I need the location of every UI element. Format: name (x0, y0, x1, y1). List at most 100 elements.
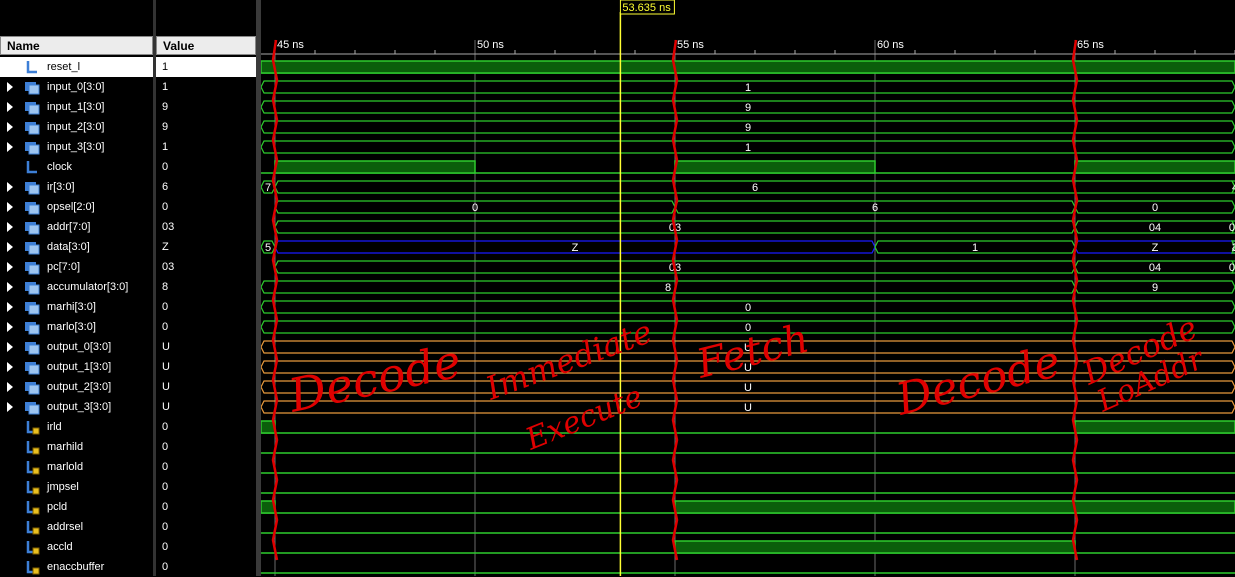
signal-value-row[interactable]: Z (156, 237, 256, 257)
signal-value: 0 (162, 321, 169, 333)
signal-row[interactable]: output_1[3:0] (0, 357, 153, 377)
signal-value: 0 (162, 421, 169, 433)
expand-arrow-icon[interactable] (7, 222, 13, 232)
signal-row[interactable]: output_3[3:0] (0, 397, 153, 417)
signal-name: irld (47, 421, 62, 433)
time-tick-label: 60 ns (877, 39, 904, 51)
signal-value-row[interactable]: U (156, 357, 256, 377)
waveform-canvas[interactable]: 45 ns50 ns55 ns60 ns65 ns70 ns75 ns80 ns… (261, 0, 1235, 576)
signal-row[interactable]: output_0[3:0] (0, 337, 153, 357)
signal-value-row[interactable]: 0 (156, 497, 256, 517)
bus-value-label: 1 (745, 82, 751, 94)
signal-value-row[interactable]: 0 (156, 417, 256, 437)
bus-signal-icon (25, 342, 40, 355)
name-column-header[interactable]: Name (0, 36, 153, 55)
signal-value-row[interactable]: 0 (156, 477, 256, 497)
expand-arrow-icon[interactable] (7, 302, 13, 312)
expand-arrow-icon[interactable] (7, 362, 13, 372)
signal-row[interactable]: accumulator[3:0] (0, 277, 153, 297)
signal-value: 0 (162, 501, 169, 513)
signal-row[interactable]: output_2[3:0] (0, 377, 153, 397)
bus-value-label: U (744, 382, 752, 394)
waveform-svg[interactable]: 45 ns50 ns55 ns60 ns65 ns70 ns75 ns80 ns… (261, 0, 1235, 576)
signal-row[interactable]: marhi[3:0] (0, 297, 153, 317)
signal-row[interactable]: pcld (0, 497, 153, 517)
signal-value-row[interactable]: 0 (156, 517, 256, 537)
signal-value-row[interactable]: 9 (156, 117, 256, 137)
expand-arrow-icon[interactable] (7, 382, 13, 392)
signal-value-row[interactable]: 1 (156, 57, 256, 77)
signal-value-row[interactable]: 8 (156, 277, 256, 297)
expand-arrow-icon[interactable] (7, 102, 13, 112)
signal-value-row[interactable]: 0 (156, 157, 256, 177)
expand-arrow-icon[interactable] (7, 82, 13, 92)
signal-value-row[interactable]: U (156, 337, 256, 357)
signal-value-row[interactable]: U (156, 397, 256, 417)
signal-value-row[interactable]: 0 (156, 317, 256, 337)
bus-value-label: 8 (665, 282, 671, 294)
expand-arrow-icon[interactable] (7, 182, 13, 192)
signal-row[interactable]: enaccbuffer (0, 557, 153, 577)
signal-value-row[interactable]: 0 (156, 197, 256, 217)
expand-arrow-icon[interactable] (7, 142, 13, 152)
signal-row[interactable]: jmpsel (0, 477, 153, 497)
signal-row[interactable]: pc[7:0] (0, 257, 153, 277)
signal-row[interactable]: data[3:0] (0, 237, 153, 257)
signal-value-row[interactable]: 9 (156, 97, 256, 117)
signal-row[interactable]: reset_l (0, 57, 153, 77)
bit-high-pulse (1074, 420, 1235, 434)
signal-value-row[interactable]: 03 (156, 257, 256, 277)
waveform-row (261, 60, 1235, 74)
expand-arrow-icon[interactable] (7, 322, 13, 332)
signal-name: marhild (47, 441, 84, 453)
waveform-row: 9 (261, 100, 1235, 114)
signal-value: Z (162, 241, 169, 253)
signal-value: U (162, 361, 170, 373)
signal-value: 9 (162, 101, 169, 113)
signal-value-row[interactable]: 03 (156, 217, 256, 237)
expand-arrow-icon[interactable] (7, 262, 13, 272)
signal-value-row[interactable]: U (156, 377, 256, 397)
signal-row[interactable]: input_1[3:0] (0, 97, 153, 117)
expand-arrow-icon[interactable] (7, 242, 13, 252)
waveform-row: 0 (261, 300, 1235, 314)
signal-row[interactable]: input_3[3:0] (0, 137, 153, 157)
expand-arrow-icon[interactable] (7, 202, 13, 212)
signal-value-row[interactable]: 1 (156, 137, 256, 157)
bit-signal-icon (26, 161, 37, 174)
signal-row[interactable]: marlo[3:0] (0, 317, 153, 337)
signal-row[interactable]: marhild (0, 437, 153, 457)
signal-row[interactable]: input_2[3:0] (0, 117, 153, 137)
expand-arrow-icon[interactable] (7, 122, 13, 132)
signal-value-row[interactable]: 0 (156, 457, 256, 477)
bus-value-label: Z (1152, 242, 1159, 254)
bus-signal-icon (25, 322, 40, 335)
bus-value-label: 6 (752, 182, 758, 194)
expand-arrow-icon[interactable] (7, 342, 13, 352)
signal-value-row[interactable]: 6 (156, 177, 256, 197)
signal-row[interactable]: addrsel (0, 517, 153, 537)
signal-value: 0 (162, 521, 169, 533)
signal-value-row[interactable]: 0 (156, 537, 256, 557)
signal-value-row[interactable]: 0 (156, 297, 256, 317)
signal-row[interactable]: addr[7:0] (0, 217, 153, 237)
signal-value-row[interactable]: 0 (156, 437, 256, 457)
waveform-row: 030405 (274, 220, 1235, 234)
bit-high-pulse (674, 500, 1235, 514)
signal-value: U (162, 381, 170, 393)
signal-row[interactable]: accld (0, 537, 153, 557)
expand-arrow-icon[interactable] (7, 402, 13, 412)
signal-name: accld (47, 541, 73, 553)
signal-row[interactable]: irld (0, 417, 153, 437)
signal-value-row[interactable]: 0 (156, 557, 256, 577)
signal-value: 9 (162, 121, 169, 133)
signal-row[interactable]: ir[3:0] (0, 177, 153, 197)
signal-value-row[interactable]: 1 (156, 77, 256, 97)
signal-row[interactable]: marlold (0, 457, 153, 477)
signal-row[interactable]: opsel[2:0] (0, 197, 153, 217)
signal-row[interactable]: input_0[3:0] (0, 77, 153, 97)
signal-row[interactable]: clock (0, 157, 153, 177)
value-column-header[interactable]: Value (156, 36, 256, 55)
signal-name: input_3[3:0] (47, 141, 105, 153)
expand-arrow-icon[interactable] (7, 282, 13, 292)
